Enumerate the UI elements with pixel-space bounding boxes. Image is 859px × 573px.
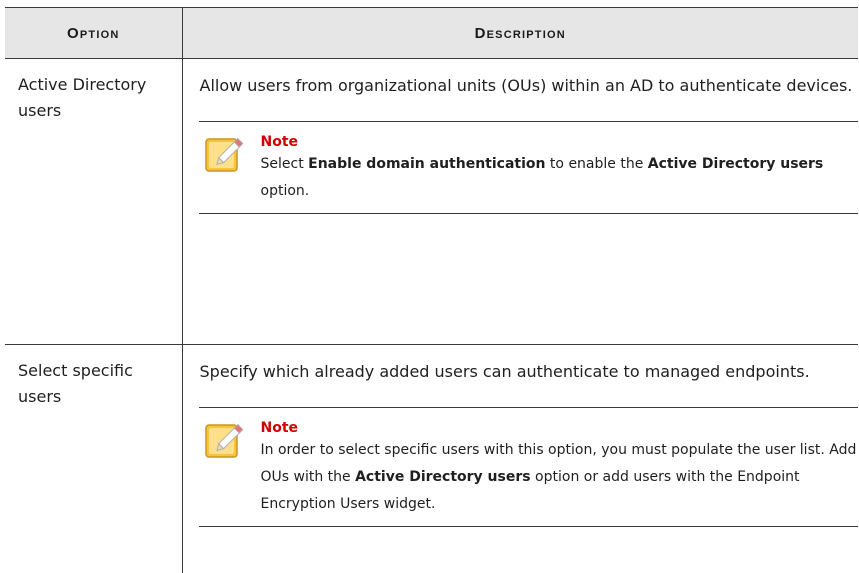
note-pencil-icon xyxy=(204,418,250,460)
note-bold-setting: Enable domain authentication xyxy=(308,156,545,172)
note-title: Note xyxy=(261,419,859,437)
table-row: Select specific users Specify which alre… xyxy=(5,345,858,573)
note-bold-option: Active Directory users xyxy=(648,156,824,172)
description-cell: Allow users from organizational units (O… xyxy=(182,59,858,345)
option-cell: Active Directory users xyxy=(5,59,182,345)
table-row: Active Directory users Allow users from … xyxy=(5,59,858,345)
note-title: Note xyxy=(261,133,859,151)
description-cell: Specify which already added users can au… xyxy=(182,345,858,573)
header-option: Option xyxy=(5,8,182,59)
header-description: Description xyxy=(182,8,858,59)
description-text: Allow users from organizational units (O… xyxy=(183,59,859,99)
note-box: Note In order to select specific users w… xyxy=(199,407,859,527)
note-text: In order to select specific users with t… xyxy=(261,437,859,518)
option-cell: Select specific users xyxy=(5,345,182,573)
note-pencil-icon xyxy=(204,132,250,174)
note-bold-option: Active Directory users xyxy=(355,469,531,485)
note-text: Select Enable domain authentication to e… xyxy=(261,151,859,205)
table-header-row: Option Description xyxy=(5,8,858,59)
note-box: Note Select Enable domain authentication… xyxy=(199,121,859,214)
description-text: Specify which already added users can au… xyxy=(183,345,859,385)
options-table: Option Description Active Directory user… xyxy=(5,7,858,573)
